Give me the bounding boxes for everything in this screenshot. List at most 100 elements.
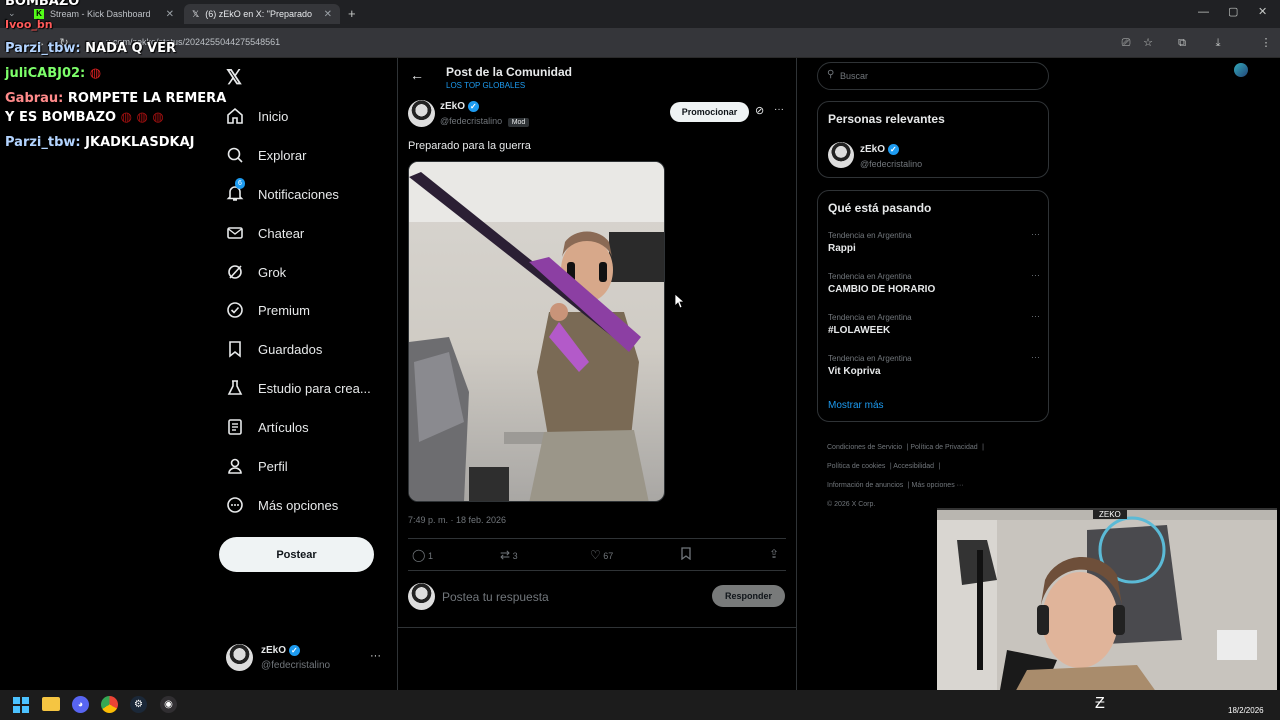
footer-link[interactable]: Información de anuncios xyxy=(827,482,903,489)
trend-category: Tendencia en Argentina xyxy=(828,272,912,281)
article-icon xyxy=(228,419,242,435)
reply-count: 1 xyxy=(427,551,433,561)
nav-item-explore[interactable]: Explorar xyxy=(226,142,306,168)
more-icon[interactable]: ··· xyxy=(1031,229,1040,239)
webcam-label: ZEKO xyxy=(1093,510,1127,519)
divider xyxy=(408,538,786,539)
chrome-icon[interactable] xyxy=(101,696,118,713)
nav-item-notifications[interactable]: 6 Notificaciones xyxy=(226,177,339,207)
reply-button[interactable]: Responder xyxy=(712,585,785,607)
nav-label: Guardados xyxy=(258,341,323,357)
bell-wrapper: 6 xyxy=(226,177,245,205)
nav-item-premium[interactable]: Premium xyxy=(226,297,310,323)
chat-partial-user: Ivoo_bn xyxy=(5,18,53,31)
trend-name: CAMBIO DE HORARIO xyxy=(828,284,936,295)
post-timestamp[interactable]: 7:49 p. m. · 18 feb. 2026 xyxy=(408,515,506,525)
trend-item[interactable]: Tendencia en Argentina #LOLAWEEK ··· xyxy=(828,311,1040,336)
share-icon[interactable]: ⇪ xyxy=(769,547,779,561)
footer-link[interactable]: Política de Privacidad xyxy=(910,444,977,451)
trend-item[interactable]: Tendencia en Argentina Rappi ··· xyxy=(828,229,1040,254)
mail-icon xyxy=(227,227,243,239)
cast-icon[interactable]: ⎚ xyxy=(1118,35,1134,51)
repost-icon: ⇄ xyxy=(500,548,511,562)
back-arrow-icon[interactable]: ← xyxy=(410,67,424,83)
discord-icon[interactable]: ◕ xyxy=(72,696,89,713)
trend-item[interactable]: Tendencia en Argentina Vit Kopriva ··· xyxy=(828,352,1040,377)
footer-link[interactable]: Política de cookies xyxy=(827,463,885,470)
more-icon[interactable]: ··· xyxy=(1031,311,1040,321)
trend-item[interactable]: Tendencia en Argentina CAMBIO DE HORARIO… xyxy=(828,270,1040,295)
star-icon[interactable]: ☆ xyxy=(1140,35,1156,51)
profile-avatar[interactable] xyxy=(1234,63,1248,77)
window-close-icon[interactable]: ✕ xyxy=(1258,5,1267,18)
minimize-icon[interactable]: — xyxy=(1198,6,1209,18)
grok-icon[interactable]: ⊘ xyxy=(755,104,764,117)
os-taskbar: ◕ ⚙ ◉ Ƶ 18/2/2026 xyxy=(0,690,1280,720)
more-icon[interactable]: ··· xyxy=(774,104,784,115)
close-icon[interactable]: ✕ xyxy=(324,9,332,20)
nav-item-profile[interactable]: Perfil xyxy=(226,453,288,479)
community-link[interactable]: LOS TOP GLOBALES xyxy=(446,81,525,90)
show-more-link[interactable]: Mostrar más xyxy=(828,400,884,411)
avatar[interactable] xyxy=(828,142,854,168)
windows-start-icon[interactable] xyxy=(13,697,29,713)
heart-icon: ♡ xyxy=(590,548,601,562)
like-action[interactable]: ♡ 67 xyxy=(590,548,613,562)
search-box[interactable]: ⚲ Buscar xyxy=(817,62,1049,90)
grok-icon xyxy=(228,265,242,279)
download-icon[interactable]: ⤓ xyxy=(1210,35,1226,51)
relevant-name[interactable]: zEkO xyxy=(860,144,885,155)
chat-username: Parzi_tbw: xyxy=(5,135,81,150)
reply-icon: ◯ xyxy=(412,548,426,562)
bookmark-icon[interactable] xyxy=(680,547,692,565)
obs-icon[interactable]: ◉ xyxy=(160,696,177,713)
search-input[interactable]: Buscar xyxy=(840,71,868,81)
nav-label: Grok xyxy=(258,264,287,280)
nav-item-studio[interactable]: Estudio para crea... xyxy=(226,375,371,401)
author-name[interactable]: zEkO xyxy=(440,101,465,112)
footer-link[interactable]: Accesibilidad xyxy=(893,463,934,470)
account-switcher[interactable]: zEkO ✓ @fedecristalino ··· xyxy=(226,644,386,674)
new-tab-icon[interactable]: + xyxy=(348,6,356,21)
nav-item-home[interactable]: Inicio xyxy=(226,103,288,129)
card-title: Personas relevantes xyxy=(828,112,945,126)
chat-username: Gabrau: xyxy=(5,91,64,106)
maximize-icon[interactable]: ▢ xyxy=(1228,5,1238,18)
trend-name: Rappi xyxy=(828,243,856,254)
webcam-illustration xyxy=(937,516,1277,705)
repost-action[interactable]: ⇄ 3 xyxy=(500,548,518,562)
more-icon[interactable]: ··· xyxy=(370,650,381,662)
steam-icon[interactable]: ⚙ xyxy=(130,696,147,713)
tab-x-post[interactable]: 𝕏 (6) zEkO en X: "Preparado para ✕ xyxy=(184,4,340,24)
author-avatar[interactable] xyxy=(408,100,435,127)
author-handle[interactable]: @fedecristalino xyxy=(440,116,502,126)
post-image[interactable] xyxy=(408,161,665,502)
nav-item-bookmarks[interactable]: Guardados xyxy=(226,336,322,362)
more-icon[interactable]: ··· xyxy=(1031,352,1040,362)
footer-links: Condiciones de Servicio | Política de Pr… xyxy=(827,437,1047,513)
x-logo-icon[interactable]: 𝕏 xyxy=(226,65,242,90)
file-explorer-icon[interactable] xyxy=(42,697,60,711)
extensions-icon[interactable]: ⧉ xyxy=(1174,35,1190,51)
taskbar-date: 18/2/2026 xyxy=(1228,706,1264,715)
close-icon[interactable]: ✕ xyxy=(166,9,174,20)
verified-icon: ✓ xyxy=(288,645,300,656)
home-icon xyxy=(227,107,243,124)
more-circle-icon xyxy=(227,497,243,513)
bookmark-icon xyxy=(229,341,241,358)
nav-item-chat[interactable]: Chatear xyxy=(226,220,304,246)
nav-item-more[interactable]: Más opciones xyxy=(226,492,338,518)
reply-input[interactable]: Postea tu respuesta xyxy=(442,590,549,604)
more-icon[interactable]: ··· xyxy=(1031,270,1040,280)
footer-link[interactable]: Condiciones de Servicio xyxy=(827,444,902,451)
reply-action[interactable]: ◯ 1 xyxy=(412,548,433,562)
zeko-logo-icon: Ƶ xyxy=(1095,695,1105,712)
nav-label: Más opciones xyxy=(258,497,339,513)
promote-button[interactable]: Promocionar xyxy=(670,102,749,122)
nav-item-articles[interactable]: Artículos xyxy=(226,414,309,440)
footer-link[interactable]: Más opciones ··· xyxy=(912,482,964,489)
nav-item-grok[interactable]: Grok xyxy=(226,259,286,285)
menu-icon[interactable]: ⋮ xyxy=(1258,35,1274,51)
post-button[interactable]: Postear xyxy=(219,537,374,572)
emote-icon: ◍ ◍ ◍ xyxy=(120,110,164,125)
